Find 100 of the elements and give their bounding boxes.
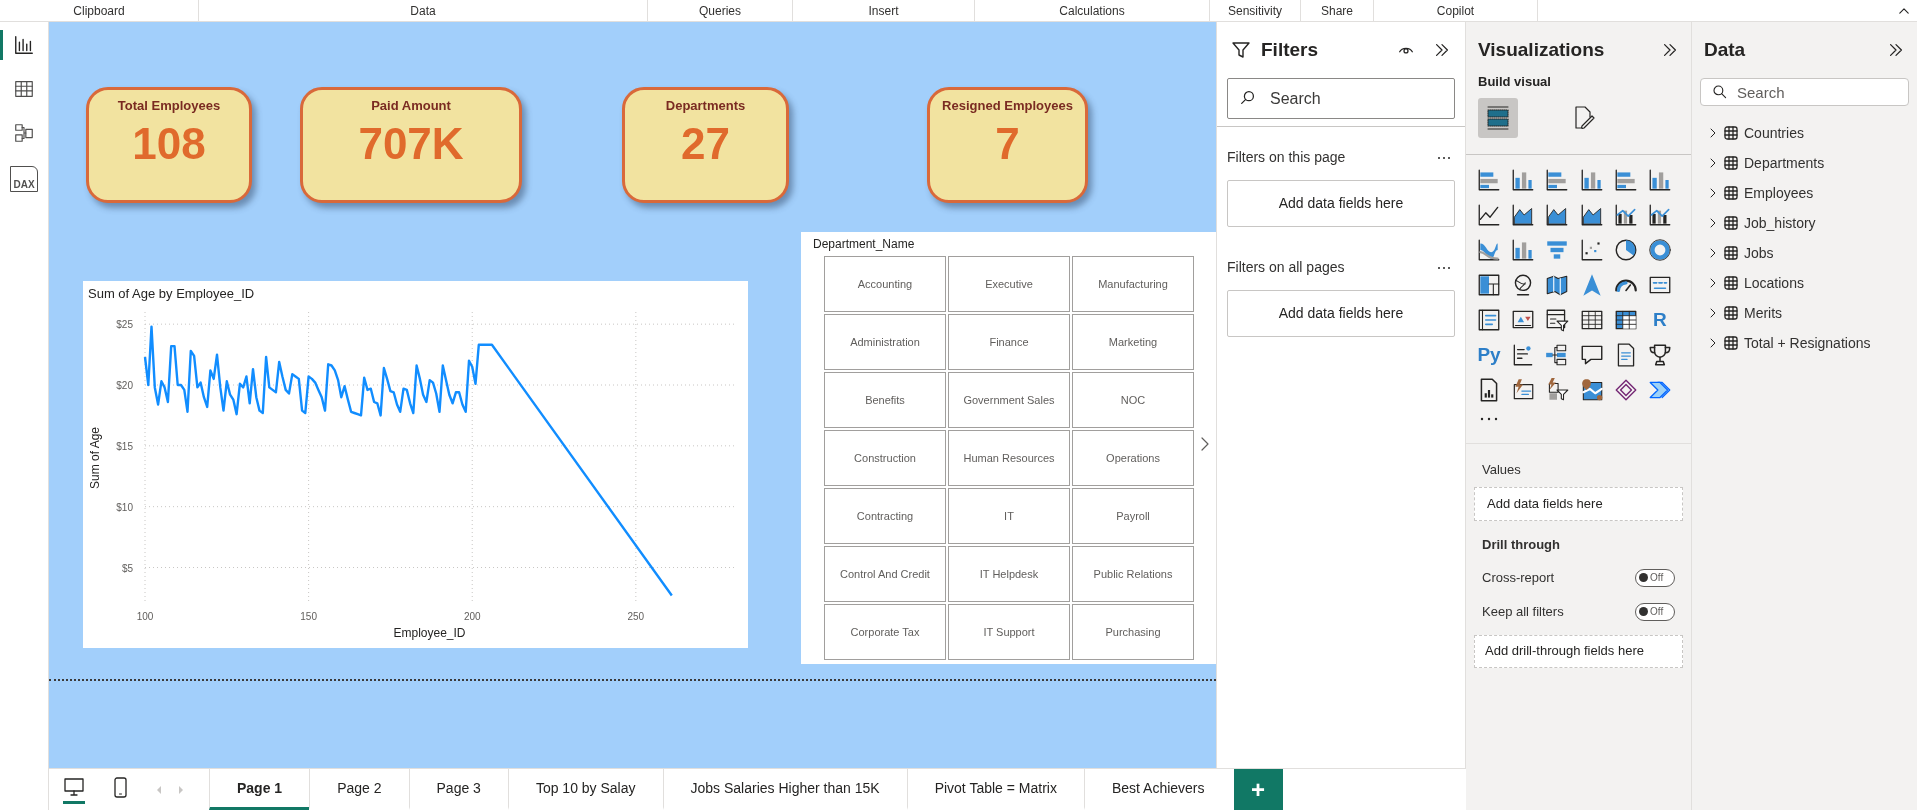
chevron-icon[interactable] [1708, 158, 1718, 168]
slicer-item[interactable]: NOC [1072, 372, 1194, 428]
table-icon [1724, 336, 1738, 350]
table-item[interactable]: Jobs [1692, 238, 1917, 268]
slicer-item[interactable]: Operations [1072, 430, 1194, 486]
slicer-item[interactable]: Payroll [1072, 488, 1194, 544]
dax-icon[interactable]: DAX [10, 166, 38, 192]
chevron-icon[interactable] [1708, 338, 1718, 348]
slicer-item[interactable]: Control And Credit [824, 546, 946, 602]
table-icon[interactable] [13, 78, 35, 100]
page-tab[interactable]: Pivot Table = Matrix [906, 769, 1084, 810]
table-icon [1724, 186, 1738, 200]
chevron-icon[interactable] [1708, 218, 1718, 228]
donut-chart-icon[interactable] [1646, 236, 1673, 263]
table-icon [1724, 246, 1738, 260]
table-icon [1724, 156, 1738, 170]
ribbon-group-label: Queries [699, 2, 741, 20]
slicer-item[interactable]: IT Support [948, 604, 1070, 660]
search-field[interactable]: Search [1227, 78, 1455, 119]
axis-label: 250 [627, 610, 645, 622]
option-label: Keep all filters [1482, 602, 1564, 621]
table-item[interactable]: Total + Resignations [1692, 328, 1917, 358]
toggle-switch[interactable]: Off [1635, 602, 1675, 621]
drop-zone[interactable]: Add data fields here [1474, 487, 1683, 521]
trophy-icon[interactable] [1646, 341, 1673, 368]
chart-title: Sum of Age by Employee_ID [88, 285, 255, 303]
more-icon[interactable] [1480, 416, 1498, 421]
slicer-item[interactable]: Manufacturing [1072, 256, 1194, 312]
slicer-item[interactable]: Government Sales [948, 372, 1070, 428]
slicer-item[interactable]: Purchasing [1072, 604, 1194, 660]
report-icon[interactable] [13, 34, 35, 56]
collapse-pane-icon[interactable] [1887, 41, 1905, 59]
axis-label: 200 [463, 610, 481, 622]
chevron-right-icon[interactable] [1200, 436, 1210, 452]
collapse-pane-icon[interactable] [1661, 41, 1679, 59]
axis-title: Employee_ID [393, 625, 466, 640]
table-item[interactable]: Employees [1692, 178, 1917, 208]
script-visual-icon[interactable]: R [1646, 306, 1673, 333]
axis-label: $5 [121, 562, 133, 573]
slicer-item[interactable]: Benefits [824, 372, 946, 428]
slicer-item[interactable]: Construction [824, 430, 946, 486]
more-icon[interactable] [1437, 155, 1451, 160]
chevron-icon[interactable] [1708, 308, 1718, 318]
axis-label: $25 [116, 318, 133, 330]
collapse-pane-icon[interactable] [1433, 41, 1451, 59]
table-icon [1724, 126, 1738, 140]
page-tab[interactable]: Page 1 [209, 769, 310, 810]
table-item[interactable]: Merits [1692, 298, 1917, 328]
axis-title: Sum of Age [88, 426, 102, 489]
drop-zone[interactable]: Add data fields here [1227, 180, 1455, 227]
card-title: Paid Amount [371, 97, 451, 115]
table-item[interactable]: Departments [1692, 148, 1917, 178]
page-tab[interactable]: Best Achievers [1083, 769, 1232, 810]
chevron-icon[interactable] [1708, 188, 1718, 198]
card-title: Departments [665, 97, 746, 115]
card-title: Resigned Employees [942, 97, 1073, 115]
slicer-item[interactable]: IT Helpdesk [948, 546, 1070, 602]
slicer-item[interactable]: Administration [824, 314, 946, 370]
drop-zone[interactable]: Add drill-through fields here [1474, 634, 1683, 668]
section-title: Values [1481, 460, 1522, 479]
section-title: Build visual [1477, 73, 1552, 91]
pane-title: Data [1704, 37, 1746, 62]
card-value: 27 [681, 121, 730, 166]
section-title: Filters on all pages [1227, 258, 1345, 277]
filter-icon [1231, 40, 1251, 60]
axis-label: 150 [300, 610, 317, 622]
search-field[interactable]: Search [1700, 78, 1909, 106]
toggle-switch[interactable]: Off [1635, 568, 1675, 587]
model-icon[interactable] [13, 122, 35, 144]
slicer-item[interactable]: Accounting [824, 256, 946, 312]
ribbon-group-label: Clipboard [73, 2, 125, 20]
table-icon [1724, 306, 1738, 320]
chevron-icon[interactable] [1708, 248, 1718, 258]
table-item[interactable]: Job_history [1692, 208, 1917, 238]
more-icon[interactable] [1437, 265, 1451, 270]
table-item[interactable]: Locations [1692, 268, 1917, 298]
add-page-button[interactable]: + [1233, 769, 1283, 810]
slicer-item[interactable]: Finance [948, 314, 1070, 370]
drop-zone[interactable]: Add data fields here [1227, 290, 1455, 337]
page-tab[interactable]: Page 3 [408, 769, 508, 810]
slicer-item[interactable]: Marketing [1072, 314, 1194, 370]
ribbon-group-label: Data [410, 2, 436, 20]
table-item[interactable]: Countries [1692, 118, 1917, 148]
desktop-view-icon[interactable] [63, 775, 85, 804]
slicer-item[interactable]: Executive [948, 256, 1070, 312]
card-value: 707K [358, 121, 464, 166]
script-visual-icon[interactable]: Py [1476, 341, 1502, 368]
pane-title: Filters [1261, 37, 1320, 62]
slicer-item[interactable]: Public Relations [1072, 546, 1194, 602]
chevron-icon[interactable] [1708, 278, 1718, 288]
slicer-item[interactable]: Corporate Tax [824, 604, 946, 660]
slicer-item[interactable]: Human Resources [948, 430, 1070, 486]
page-tab[interactable]: Jobs Salaries Higher than 15K [662, 769, 907, 810]
slicer-item[interactable]: IT [948, 488, 1070, 544]
slicer-item[interactable]: Contracting [824, 488, 946, 544]
page-tab[interactable]: Top 10 by Salay [507, 769, 663, 810]
page-tab[interactable]: Page 2 [309, 769, 409, 810]
ribbon-group-label: Copilot [1436, 2, 1475, 20]
chevron-icon[interactable] [1708, 128, 1718, 138]
build-visual-icon[interactable] [1478, 97, 1518, 138]
